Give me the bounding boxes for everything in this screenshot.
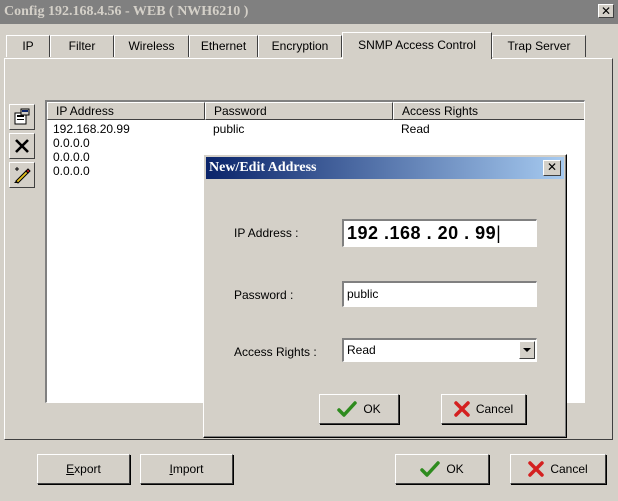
ok-button[interactable]: OK: [395, 454, 489, 484]
chevron-down-icon: [523, 347, 531, 352]
column-header-password[interactable]: Password: [205, 102, 393, 120]
edit-pencil-icon: [14, 167, 31, 184]
edit-properties-button[interactable]: [9, 104, 35, 130]
export-button[interactable]: Export: [37, 454, 130, 484]
ip-address-value: 192 .168 . 20 . 99: [347, 223, 497, 243]
cancel-button[interactable]: Cancel: [510, 454, 606, 484]
dialog-cancel-label: Cancel: [475, 402, 514, 416]
password-value: public: [347, 287, 379, 301]
import-button[interactable]: Import: [140, 454, 233, 484]
dialog-close-button[interactable]: ✕: [543, 160, 561, 176]
cell-password: public: [213, 122, 245, 136]
tab-filter[interactable]: Filter: [50, 35, 114, 57]
window-close-button[interactable]: ✕: [598, 4, 614, 18]
checkmark-icon: [337, 401, 358, 417]
dialog-ok-label: OK: [363, 402, 381, 416]
dialog-ok-button[interactable]: OK: [319, 394, 399, 424]
cancel-x-icon: [454, 401, 470, 417]
tab-encryption[interactable]: Encryption: [258, 35, 342, 57]
access-rights-value: Read: [347, 343, 376, 357]
tab-wireless[interactable]: Wireless: [114, 35, 189, 57]
cell-access-rights: Read: [401, 122, 430, 136]
tab-ip[interactable]: IP: [6, 35, 50, 57]
column-header-access-rights[interactable]: Access Rights: [393, 102, 584, 120]
edit-pencil-button[interactable]: [9, 162, 35, 188]
window-title-bar: Config 192.168.4.56 - WEB ( NWH6210 ) ✕: [0, 0, 618, 24]
delete-icon: [15, 139, 29, 153]
close-icon: ✕: [600, 4, 612, 18]
tab-ethernet[interactable]: Ethernet: [189, 35, 258, 57]
close-icon: ✕: [546, 160, 558, 174]
cell-ip: 0.0.0.0: [53, 164, 90, 178]
new-edit-address-dialog: New/Edit Address ✕ IP Address : 192 .168…: [203, 154, 567, 438]
edit-properties-icon: [14, 108, 30, 125]
table-row[interactable]: 0.0.0.0: [47, 136, 584, 150]
checkmark-icon: [420, 461, 441, 477]
access-rights-label: Access Rights :: [234, 345, 317, 359]
export-label: Export: [66, 462, 101, 476]
column-header-ip-address[interactable]: IP Address: [47, 102, 205, 120]
password-label: Password :: [234, 288, 294, 302]
cell-ip: 0.0.0.0: [53, 150, 90, 164]
cell-ip: 192.168.20.99: [53, 122, 130, 136]
tab-snmp-access-control[interactable]: SNMP Access Control: [342, 32, 492, 59]
table-row[interactable]: 192.168.20.99 public Read: [47, 122, 584, 136]
cancel-label: Cancel: [550, 462, 588, 476]
cancel-x-icon: [528, 461, 545, 477]
dialog-title-bar: New/Edit Address ✕: [206, 157, 564, 179]
tab-trap-server[interactable]: Trap Server: [492, 35, 586, 57]
import-label: Import: [169, 462, 204, 476]
dialog-cancel-button[interactable]: Cancel: [441, 394, 526, 424]
cell-ip: 0.0.0.0: [53, 136, 90, 150]
ok-label: OK: [446, 462, 464, 476]
dialog-title: New/Edit Address: [209, 160, 317, 175]
access-rights-select[interactable]: Read: [342, 338, 537, 362]
list-header: IP Address Password Access Rights: [47, 102, 584, 120]
window-title: Config 192.168.4.56 - WEB ( NWH6210 ): [4, 4, 249, 19]
password-field[interactable]: public: [342, 281, 537, 307]
ip-address-label: IP Address :: [234, 226, 299, 240]
ip-address-field[interactable]: 192 .168 . 20 . 99|: [342, 219, 537, 247]
delete-button[interactable]: [9, 133, 35, 159]
dropdown-arrow-button[interactable]: [519, 341, 535, 359]
